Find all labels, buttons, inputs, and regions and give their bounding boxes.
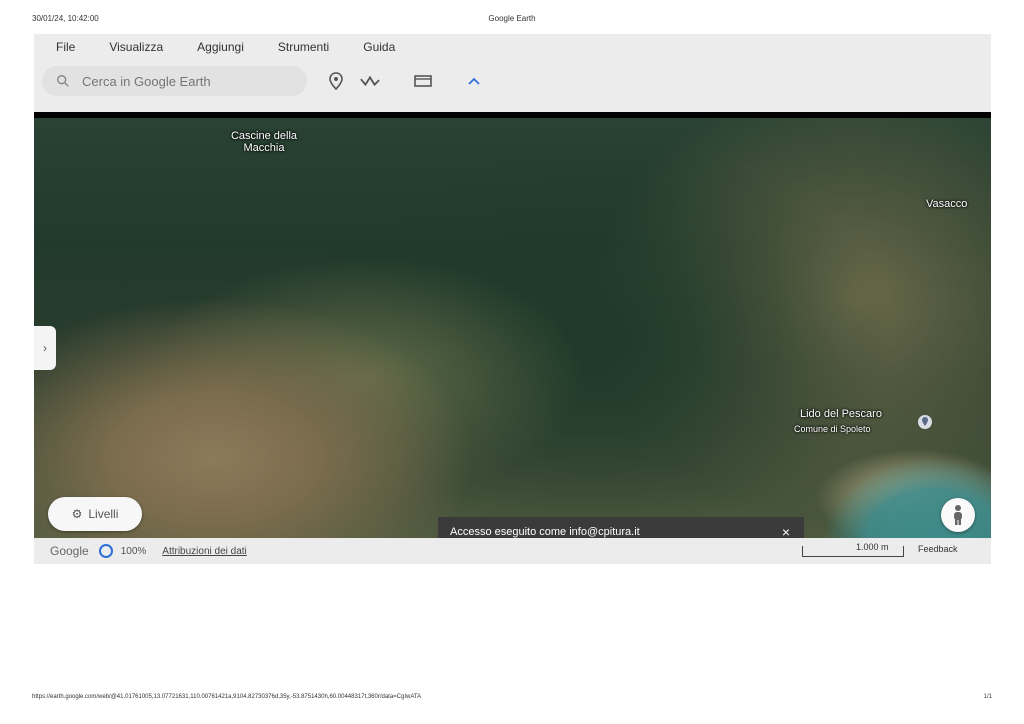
status-bar: Google 100% Attribuzioni dei dati 1.000 …: [34, 538, 991, 564]
map-label-right-edge: Vasacco: [926, 198, 968, 210]
card-icon[interactable]: [413, 71, 433, 91]
print-header: 30/01/24, 10:42:00 Google Earth: [32, 14, 992, 28]
search-input[interactable]: [80, 72, 294, 90]
search-box[interactable]: [42, 66, 307, 96]
map-label-cascine: Cascine della Macchia: [230, 130, 298, 154]
print-title: Google Earth: [488, 14, 536, 23]
map-label-lido: Lido del Pescaro: [800, 408, 882, 420]
satellite-map[interactable]: Cascine della Macchia Vasacco Lido del P…: [34, 112, 991, 544]
map-label-lido-sub: Comune di Spoleto: [794, 424, 871, 434]
feedback-link[interactable]: Feedback: [918, 544, 958, 554]
layers-label: Livelli: [88, 507, 119, 521]
menu-help[interactable]: Guida: [363, 40, 395, 54]
google-earth-window: File Visualizza Aggiungi Strumenti Guida…: [34, 34, 991, 564]
path-icon[interactable]: [360, 71, 380, 91]
location-pin-icon[interactable]: [918, 415, 932, 429]
layers-button[interactable]: ⚙ Livelli: [48, 497, 142, 531]
pegman-icon: [954, 505, 962, 525]
data-attribution-link[interactable]: Attribuzioni dei dati: [162, 546, 247, 557]
load-percent: 100%: [120, 545, 147, 557]
scale-label: 1.000 m: [856, 542, 889, 552]
toast-message: Accesso eseguito come info@cpitura.it: [450, 526, 640, 538]
print-url: https://earth.google.com/web/@41.0176100…: [32, 694, 422, 700]
pegman-button[interactable]: [941, 498, 975, 532]
loading-ring-icon: [98, 544, 113, 558]
collapse-icon[interactable]: [464, 71, 484, 91]
menu-file[interactable]: File: [56, 40, 75, 54]
print-footer: https://earth.google.com/web/@41.0176100…: [32, 694, 992, 706]
print-page-number: 1/1: [983, 694, 992, 700]
placemark-icon[interactable]: [326, 71, 346, 91]
side-panel-toggle[interactable]: ›: [34, 326, 56, 370]
menu-tools[interactable]: Strumenti: [278, 40, 329, 54]
scale-bar: [802, 546, 904, 557]
search-icon: [57, 75, 69, 87]
google-logo: Google: [50, 544, 89, 558]
layers-icon: ⚙: [71, 507, 83, 521]
menu-bar: File Visualizza Aggiungi Strumenti Guida: [34, 34, 991, 60]
menu-view[interactable]: Visualizza: [109, 40, 163, 54]
menu-add[interactable]: Aggiungi: [197, 40, 244, 54]
chevron-right-icon: ›: [43, 341, 47, 355]
